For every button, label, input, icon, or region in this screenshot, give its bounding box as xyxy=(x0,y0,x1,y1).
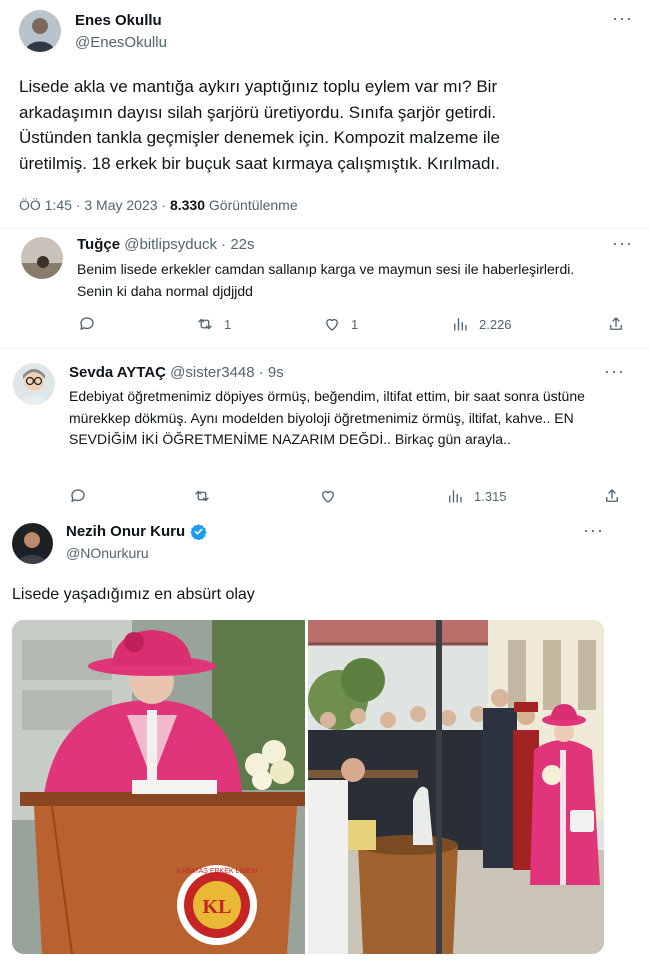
share-icon xyxy=(610,317,622,330)
reply-icon xyxy=(71,489,85,502)
share-button[interactable] xyxy=(603,487,621,505)
more-options-icon[interactable]: ··· xyxy=(612,8,633,29)
retweet-button[interactable]: 1 xyxy=(196,315,231,333)
reply-tweet: Tuğçe @bitlipsyduck · 22s ··· Benim lise… xyxy=(0,228,649,348)
avatar-cartoon-icon xyxy=(13,363,55,405)
tweet-text: Benim lisede erkekler camdan sallanıp ka… xyxy=(77,261,575,299)
handle[interactable]: @sister3448 xyxy=(170,364,254,381)
tweet-photo-right[interactable] xyxy=(308,620,604,954)
like-button[interactable] xyxy=(319,487,347,505)
verified-badge-icon xyxy=(190,524,207,540)
avatar-photo-icon xyxy=(19,10,61,52)
school-logo-text: KABATAŞ ERKEK LİSESİ xyxy=(177,866,258,875)
avatar[interactable] xyxy=(13,363,55,405)
analytics-icon xyxy=(454,318,467,331)
tweet-text: Lisede akla ve mantığa aykırı yaptığınız… xyxy=(19,77,500,173)
more-options-icon[interactable]: ··· xyxy=(583,520,604,541)
courtyard-photo xyxy=(308,620,604,954)
handle[interactable]: @EnesOkullu xyxy=(75,34,167,51)
timestamp[interactable]: · 22s xyxy=(221,236,254,253)
tweet-text: Edebiyat öğretmenimiz döpiyes örmüş, beğ… xyxy=(69,388,585,448)
views-button[interactable]: 2.226 xyxy=(451,315,512,333)
reply-button[interactable] xyxy=(78,315,106,333)
avatar[interactable] xyxy=(12,523,53,564)
reply-tweet: Sevda AYTAÇ @sister3448 · 9s ··· Edebiya… xyxy=(0,348,649,514)
main-tweet: Enes Okullu @EnesOkullu ··· Lisede akla … xyxy=(0,0,649,228)
avatar-photo-icon xyxy=(21,237,63,279)
analytics-icon xyxy=(449,490,462,503)
share-button[interactable] xyxy=(607,315,625,333)
tweet-photo-left[interactable]: KL KABATAŞ ERKEK LİSESİ xyxy=(12,620,305,954)
retweet-icon xyxy=(198,318,212,330)
display-name[interactable]: Tuğçe xyxy=(77,236,120,253)
display-name[interactable]: Sevda AYTAÇ xyxy=(69,364,166,381)
reply-header: Sevda AYTAÇ @sister3448 · 9s xyxy=(69,364,284,381)
reply-icon xyxy=(80,317,94,330)
share-icon xyxy=(606,489,618,502)
like-count: 1 xyxy=(351,316,359,332)
queen-signing-photo: KL KABATAŞ ERKEK LİSESİ xyxy=(12,620,305,954)
reply-header: Tuğçe @bitlipsyduck · 22s xyxy=(77,236,255,253)
avatar[interactable] xyxy=(21,237,63,279)
tweet-text: Lisede yaşadığımız en absürt olay xyxy=(12,586,255,603)
reply-button[interactable] xyxy=(69,487,97,505)
tweet-meta: ÖÖ 1:45 · 3 May 2023 · 8.330 Görüntülenm… xyxy=(19,197,298,213)
avatar-photo-icon xyxy=(12,523,53,564)
timestamp[interactable]: ÖÖ 1:45 · 3 May 2023 · xyxy=(19,197,170,213)
views-count: 2.226 xyxy=(479,316,512,332)
views-button[interactable]: 1.315 xyxy=(446,487,507,505)
view-count: 8.330 xyxy=(169,197,206,213)
views-label: Görüntülenme xyxy=(205,197,298,213)
retweet-icon xyxy=(195,490,209,502)
author-row: Nezih Onur Kuru xyxy=(66,523,207,540)
views-count: 1.315 xyxy=(474,488,507,504)
heart-icon xyxy=(326,318,338,331)
display-name[interactable]: Nezih Onur Kuru xyxy=(66,523,185,540)
display-name[interactable]: Enes Okullu xyxy=(75,12,162,29)
like-button[interactable]: 1 xyxy=(323,315,358,333)
school-logo-initials: KL xyxy=(203,896,232,918)
avatar[interactable] xyxy=(19,10,61,52)
handle[interactable]: @bitlipsyduck xyxy=(124,236,217,253)
retweet-count: 1 xyxy=(224,316,232,332)
quoted-tweet: Nezih Onur Kuru @NOnurkuru ··· Lisede ya… xyxy=(0,514,620,960)
more-options-icon[interactable]: ··· xyxy=(612,233,633,254)
handle[interactable]: @NOnurkuru xyxy=(66,545,149,561)
retweet-button[interactable] xyxy=(193,487,221,505)
timestamp[interactable]: · 9s xyxy=(259,364,284,381)
more-options-icon[interactable]: ··· xyxy=(604,361,625,382)
heart-icon xyxy=(322,490,334,503)
